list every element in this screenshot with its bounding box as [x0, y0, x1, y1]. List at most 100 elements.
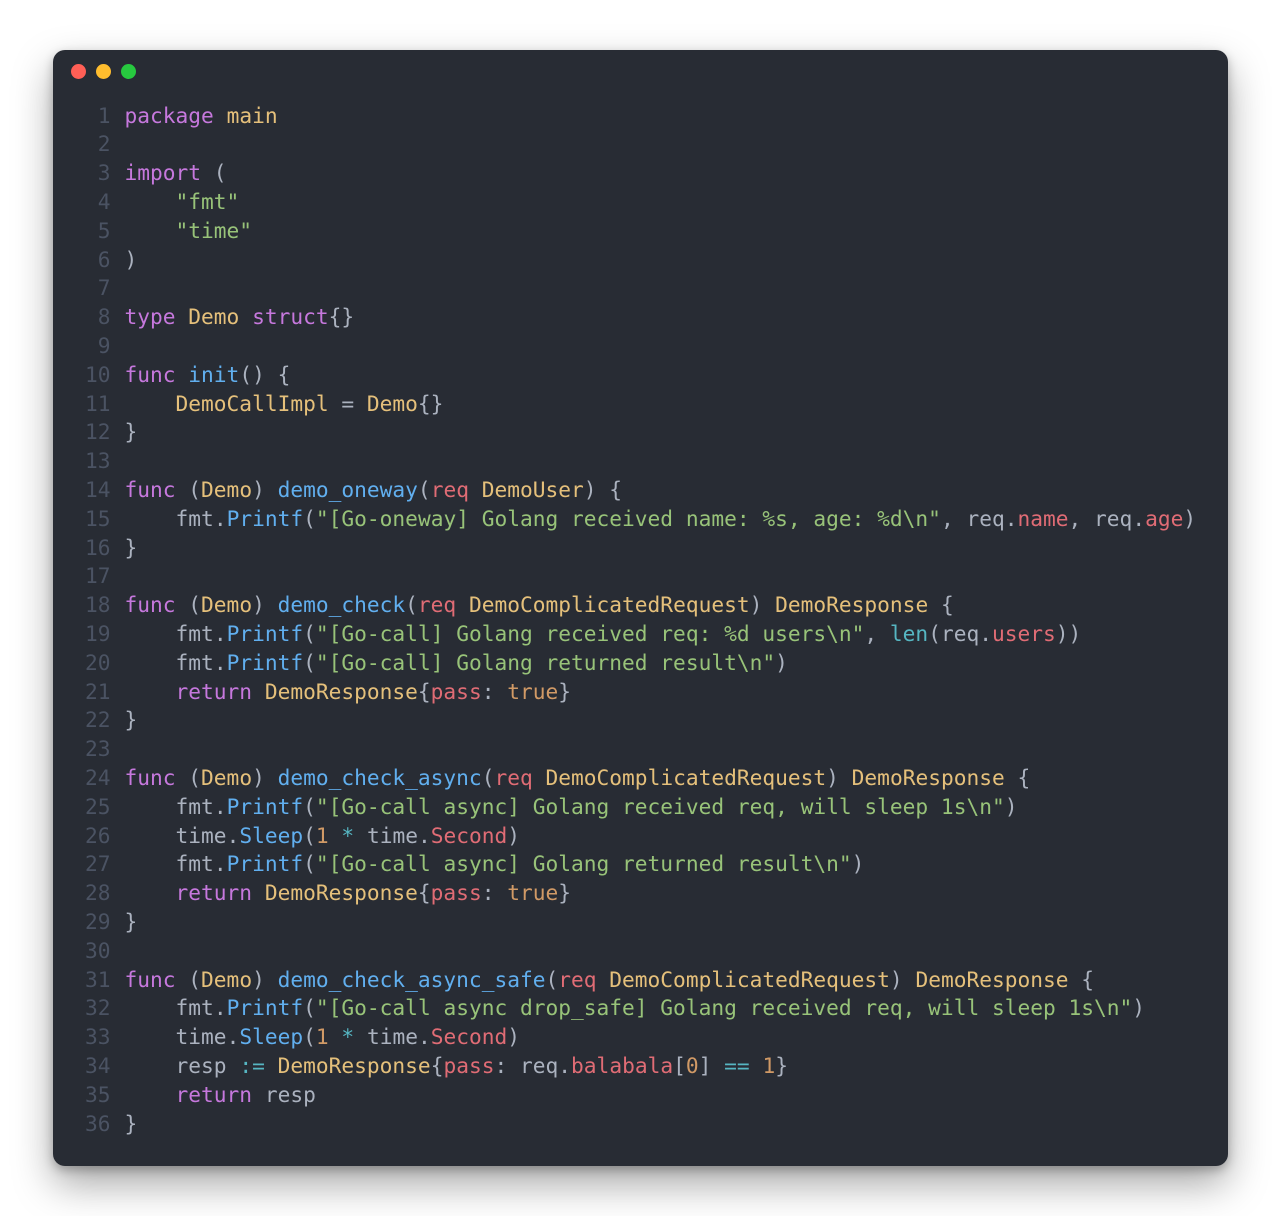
token-fn: demo_check_async_safe — [278, 967, 546, 992]
token-type: DemoResponse — [265, 880, 418, 905]
code-line[interactable]: 12} — [53, 418, 1228, 447]
code-line[interactable]: 6) — [53, 246, 1228, 275]
code-line[interactable]: 21 return DemoResponse{pass: true} — [53, 678, 1228, 707]
code-line[interactable]: 17 — [53, 562, 1228, 591]
code-line[interactable]: 25 fmt.Printf("[Go-call async] Golang re… — [53, 793, 1228, 822]
line-content: resp := DemoResponse{pass: req.balabala[… — [125, 1052, 788, 1081]
token-punc: ) — [252, 967, 278, 992]
window-titlebar — [53, 50, 1228, 94]
token-punc: . — [418, 1024, 431, 1049]
code-line[interactable]: 30 — [53, 937, 1228, 966]
token-punc: } — [558, 679, 571, 704]
code-line[interactable]: 14func (Demo) demo_oneway(req DemoUser) … — [53, 476, 1228, 505]
code-line[interactable]: 28 return DemoResponse{pass: true} — [53, 879, 1228, 908]
token-punc: ) — [125, 247, 138, 272]
line-number: 16 — [53, 534, 125, 563]
line-content: } — [125, 908, 138, 937]
token-punc: . — [227, 823, 240, 848]
code-window: 1package main23import (4 "fmt"5 "time"6)… — [53, 50, 1228, 1167]
token-punc: ) — [1183, 506, 1196, 531]
token-punc: ( — [188, 765, 201, 790]
token-kw: package — [125, 103, 227, 128]
code-line[interactable]: 29} — [53, 908, 1228, 937]
token-str: "time" — [176, 218, 253, 243]
code-line[interactable]: 23 — [53, 735, 1228, 764]
line-content: time.Sleep(1 * time.Second) — [125, 1023, 521, 1052]
token-type: Demo — [201, 967, 252, 992]
line-number: 5 — [53, 217, 125, 246]
line-number: 1 — [53, 102, 125, 131]
line-number: 27 — [53, 850, 125, 879]
code-line[interactable]: 15 fmt.Printf("[Go-oneway] Golang receiv… — [53, 505, 1228, 534]
code-line[interactable]: 31func (Demo) demo_check_async_safe(req … — [53, 966, 1228, 995]
code-line[interactable]: 33 time.Sleep(1 * time.Second) — [53, 1023, 1228, 1052]
token-default — [597, 967, 610, 992]
line-number: 4 — [53, 188, 125, 217]
token-str: "[Go-call async] Golang received req, wi… — [316, 794, 1005, 819]
token-default: req — [966, 506, 1004, 531]
token-punc: } — [125, 707, 138, 732]
line-content: fmt.Printf("[Go-call async drop_safe] Go… — [125, 994, 1146, 1023]
token-punc: { — [418, 679, 431, 704]
code-line[interactable]: 9 — [53, 332, 1228, 361]
code-line[interactable]: 20 fmt.Printf("[Go-call] Golang returned… — [53, 649, 1228, 678]
token-id: Second — [431, 823, 508, 848]
token-punc: ( — [405, 592, 418, 617]
code-line[interactable]: 5 "time" — [53, 217, 1228, 246]
line-content: return DemoResponse{pass: true} — [125, 678, 572, 707]
token-punc: { — [928, 592, 954, 617]
token-punc: ) — [890, 967, 916, 992]
token-punc: . — [214, 650, 227, 675]
code-line[interactable]: 13 — [53, 447, 1228, 476]
token-type: DemoCallImpl — [176, 391, 329, 416]
line-number: 29 — [53, 908, 125, 937]
token-fn: Printf — [227, 851, 304, 876]
token-default — [354, 1024, 367, 1049]
token-kw: func — [125, 765, 189, 790]
token-punc: ( — [928, 621, 941, 646]
code-line[interactable]: 16} — [53, 534, 1228, 563]
token-id: req — [558, 967, 596, 992]
token-str: "[Go-call] Golang returned result\n" — [316, 650, 775, 675]
code-line[interactable]: 32 fmt.Printf("[Go-call async drop_safe]… — [53, 994, 1228, 1023]
code-line[interactable]: 1package main — [53, 102, 1228, 131]
traffic-light-close-icon[interactable] — [71, 64, 86, 79]
code-line[interactable]: 19 fmt.Printf("[Go-call] Golang received… — [53, 620, 1228, 649]
token-punc: {} — [418, 391, 444, 416]
code-line[interactable]: 8type Demo struct{} — [53, 303, 1228, 332]
token-punc: [ — [673, 1053, 686, 1078]
line-number: 6 — [53, 246, 125, 275]
code-line[interactable]: 34 resp := DemoResponse{pass: req.balaba… — [53, 1052, 1228, 1081]
token-punc: ( — [303, 823, 316, 848]
token-str: "[Go-call] Golang received req: %d users… — [316, 621, 865, 646]
code-line[interactable]: 24func (Demo) demo_check_async(req DemoC… — [53, 764, 1228, 793]
line-number: 7 — [53, 274, 125, 303]
code-line[interactable]: 22} — [53, 706, 1228, 735]
token-default — [533, 765, 546, 790]
token-type: DemoResponse — [915, 967, 1068, 992]
token-default: fmt — [176, 621, 214, 646]
token-punc: ( — [303, 851, 316, 876]
code-line[interactable]: 2 — [53, 130, 1228, 159]
token-str: "[Go-call async] Golang returned result\… — [316, 851, 852, 876]
code-line[interactable]: 7 — [53, 274, 1228, 303]
token-type: Demo — [367, 391, 418, 416]
traffic-light-minimize-icon[interactable] — [96, 64, 111, 79]
traffic-light-zoom-icon[interactable] — [121, 64, 136, 79]
code-line[interactable]: 36} — [53, 1110, 1228, 1139]
code-line[interactable]: 27 fmt.Printf("[Go-call async] Golang re… — [53, 850, 1228, 879]
code-line[interactable]: 3import ( — [53, 159, 1228, 188]
code-line[interactable]: 4 "fmt" — [53, 188, 1228, 217]
code-line[interactable]: 11 DemoCallImpl = Demo{} — [53, 390, 1228, 419]
line-number: 35 — [53, 1081, 125, 1110]
code-line[interactable]: 10func init() { — [53, 361, 1228, 390]
token-punc: , — [1069, 506, 1095, 531]
code-line[interactable]: 18func (Demo) demo_check(req DemoComplic… — [53, 591, 1228, 620]
token-fn: demo_check_async — [278, 765, 482, 790]
code-line[interactable]: 26 time.Sleep(1 * time.Second) — [53, 822, 1228, 851]
line-number: 17 — [53, 562, 125, 591]
code-editor[interactable]: 1package main23import (4 "fmt"5 "time"6)… — [53, 94, 1228, 1167]
token-default — [125, 506, 176, 531]
code-line[interactable]: 35 return resp — [53, 1081, 1228, 1110]
token-type: Demo — [201, 477, 252, 502]
